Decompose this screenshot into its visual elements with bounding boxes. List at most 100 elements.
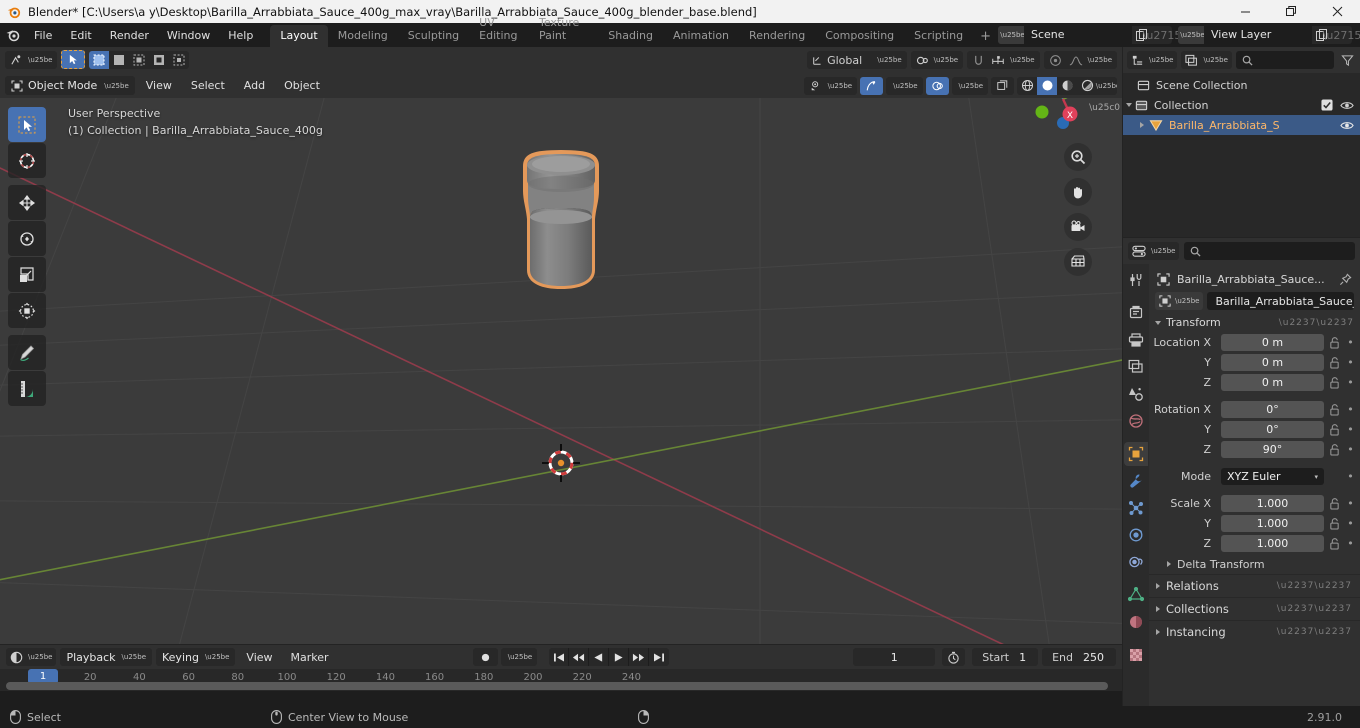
tab-uv-editing[interactable]: UV Editing: [469, 12, 529, 47]
active-tool-indicator[interactable]: [61, 50, 86, 69]
lock-icon[interactable]: [1328, 443, 1341, 456]
jump-to-next-keyframe-button[interactable]: [629, 648, 650, 666]
object-id-type-button[interactable]: \u25be: [1155, 292, 1204, 310]
pivot-point-dropdown[interactable]: \u25be: [910, 51, 964, 69]
eye-icon[interactable]: [1340, 120, 1354, 131]
play-reverse-button[interactable]: [589, 648, 610, 666]
material-tab[interactable]: [1124, 610, 1148, 634]
select-subtract-icon[interactable]: [129, 51, 149, 69]
field-value[interactable]: 1.000: [1221, 495, 1324, 512]
panel-drag-handle[interactable]: \u2237\u2237: [1277, 627, 1360, 637]
overlays-toggle[interactable]: [925, 76, 949, 95]
snapping-group[interactable]: \u25be: [967, 51, 1040, 69]
object-name-field[interactable]: Barilla_Arrabbiata_Sauce_4...: [1207, 292, 1354, 310]
scale-tool[interactable]: [8, 257, 46, 292]
eye-icon[interactable]: [1340, 100, 1354, 111]
select-set-icon[interactable]: [89, 51, 110, 69]
outliner-row-collection[interactable]: Collection: [1123, 95, 1360, 115]
pan-hand-icon[interactable]: [1064, 178, 1092, 206]
transform-orientation-dropdown[interactable]: Global \u25be: [807, 51, 907, 69]
tab-compositing[interactable]: Compositing: [815, 25, 904, 47]
timeline-editor-type-button[interactable]: \u25be: [6, 648, 57, 666]
minimize-button[interactable]: [1222, 0, 1268, 23]
frame-start-field[interactable]: Start 1: [972, 648, 1039, 666]
tab-rendering[interactable]: Rendering: [739, 25, 815, 47]
measure-tool[interactable]: [8, 371, 46, 406]
collection-checkbox[interactable]: [1321, 99, 1333, 111]
play-button[interactable]: [609, 648, 630, 666]
collections-panel-header[interactable]: Collections \u2237\u2237: [1149, 597, 1360, 620]
camera-view-icon[interactable]: [1064, 213, 1092, 241]
viewport-menu-object[interactable]: Object: [276, 77, 328, 94]
constraints-tab[interactable]: [1124, 550, 1148, 574]
animate-property-dot[interactable]: •: [1345, 537, 1356, 550]
tab-texture-paint[interactable]: Texture Paint: [529, 12, 598, 47]
blender-menu-icon[interactable]: [4, 25, 23, 45]
tab-animation[interactable]: Animation: [663, 25, 739, 47]
animate-property-dot[interactable]: •: [1345, 470, 1356, 483]
panel-drag-handle[interactable]: \u2237\u2237: [1277, 581, 1360, 591]
outliner-display-mode-button[interactable]: \u25be: [1181, 51, 1232, 69]
jump-to-start-button[interactable]: [549, 648, 570, 666]
use-preview-range-icon[interactable]: [942, 648, 966, 666]
world-tab[interactable]: [1124, 409, 1148, 433]
timeline-ruler[interactable]: 20 40 60 80 100 120 140 160 180 200 220 240 1: [0, 669, 1122, 691]
outliner-filter-icon[interactable]: [1338, 54, 1356, 67]
lock-icon[interactable]: [1328, 336, 1341, 349]
tab-shading[interactable]: Shading: [598, 25, 663, 47]
animate-property-dot[interactable]: •: [1345, 376, 1356, 389]
scene-selector[interactable]: \u25be Scene \u2715: [998, 26, 1182, 44]
close-button[interactable]: [1314, 0, 1360, 23]
tab-sculpting[interactable]: Sculpting: [398, 25, 469, 47]
properties-search-input[interactable]: [1184, 242, 1355, 260]
maximize-button[interactable]: [1268, 0, 1314, 23]
viewport-menu-select[interactable]: Select: [183, 77, 233, 94]
scene-name[interactable]: Scene: [1024, 26, 1132, 44]
field-value[interactable]: 0°: [1221, 421, 1324, 438]
gizmo-toggle[interactable]: [860, 76, 884, 95]
viewport-menu-add[interactable]: Add: [236, 77, 273, 94]
menu-window[interactable]: Window: [158, 26, 219, 45]
tab-layout[interactable]: Layout: [270, 25, 328, 47]
object-tab[interactable]: [1124, 442, 1148, 466]
timeline-menu-marker[interactable]: Marker: [284, 649, 336, 666]
visibility-dropdown[interactable]: \u25be: [803, 76, 858, 95]
outliner-row-scene-collection[interactable]: Scene Collection: [1123, 75, 1360, 95]
timeline-scrollbar[interactable]: [6, 682, 1108, 690]
select-mode-group[interactable]: [89, 51, 190, 69]
shading-dropdown-icon[interactable]: \u25be: [1096, 77, 1117, 95]
lock-icon[interactable]: [1328, 356, 1341, 369]
menu-edit[interactable]: Edit: [61, 26, 100, 45]
animate-property-dot[interactable]: •: [1345, 403, 1356, 416]
lock-icon[interactable]: [1328, 376, 1341, 389]
instancing-panel-header[interactable]: Instancing \u2237\u2237: [1149, 620, 1360, 643]
object-mode-dropdown[interactable]: Object Mode \u25be: [5, 76, 135, 95]
lock-icon[interactable]: [1328, 423, 1341, 436]
animate-property-dot[interactable]: •: [1345, 423, 1356, 436]
shading-mode-group[interactable]: \u25be: [1017, 76, 1117, 95]
xray-toggle[interactable]: [991, 76, 1014, 95]
particles-tab[interactable]: [1124, 496, 1148, 520]
outliner-search-input[interactable]: [1235, 51, 1334, 69]
delta-transform-panel-header[interactable]: Delta Transform: [1149, 554, 1360, 574]
remove-view-layer-button[interactable]: \u2715: [1323, 26, 1360, 44]
animate-property-dot[interactable]: •: [1345, 443, 1356, 456]
move-tool[interactable]: [8, 185, 46, 220]
transform-panel-header[interactable]: Transform \u2237\u2237: [1149, 312, 1360, 333]
gizmo-dropdown[interactable]: \u25be: [886, 76, 923, 95]
tool-tab[interactable]: [1124, 268, 1148, 292]
frame-end-field[interactable]: End 250: [1042, 648, 1116, 666]
transform-tool[interactable]: [8, 293, 46, 328]
animate-property-dot[interactable]: •: [1345, 517, 1356, 530]
field-value[interactable]: 0 m: [1221, 334, 1324, 351]
scene-tab[interactable]: [1124, 382, 1148, 406]
texture-tab[interactable]: [1124, 643, 1148, 667]
add-workspace-button[interactable]: +: [973, 26, 998, 47]
timeline-menu-view[interactable]: View: [239, 649, 279, 666]
tweak-select-tool[interactable]: [8, 107, 46, 142]
tab-scripting[interactable]: Scripting: [904, 25, 973, 47]
unlink-scene-button[interactable]: \u2715: [1143, 26, 1182, 44]
keying-menu[interactable]: Keying \u25be: [156, 648, 236, 666]
view-layer-name[interactable]: View Layer: [1204, 26, 1312, 44]
tab-modeling[interactable]: Modeling: [328, 25, 398, 47]
